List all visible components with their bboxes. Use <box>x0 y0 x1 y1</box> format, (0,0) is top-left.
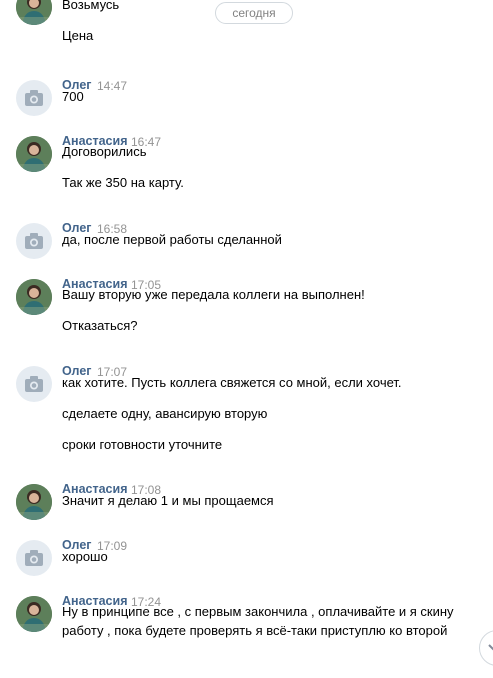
message-text: Отказаться? <box>62 318 138 333</box>
avatar[interactable] <box>16 136 52 172</box>
avatar[interactable] <box>16 596 52 632</box>
avatar[interactable] <box>16 484 52 520</box>
message-text: сроки готовности уточните <box>62 437 223 452</box>
avatar[interactable] <box>16 223 52 259</box>
message-text: Вашу вторую уже передала коллеги на выпо… <box>62 287 365 302</box>
message-text: Договорились <box>62 144 147 159</box>
message-text: Цена <box>62 28 94 43</box>
message-text: 700 <box>62 89 84 104</box>
avatar-photo-image <box>16 596 52 632</box>
avatar[interactable] <box>16 540 52 576</box>
avatar-photo-image <box>16 0 52 25</box>
camera-icon <box>25 233 43 249</box>
avatar-photo-image <box>16 136 52 172</box>
chevron-down-icon <box>488 644 493 651</box>
date-divider[interactable]: сегодня <box>215 2 293 24</box>
message-text: Так же 350 на карту. <box>62 175 184 190</box>
message-text: хорошо <box>62 549 108 564</box>
avatar-photo-image <box>16 279 52 315</box>
camera-icon <box>25 550 43 566</box>
avatar[interactable] <box>16 366 52 402</box>
camera-icon <box>25 90 43 106</box>
avatar[interactable] <box>16 80 52 116</box>
message-text: Ну в принципе все , с первым закончила ,… <box>62 604 454 638</box>
message-history: Анастасия14:47ВозьмусьЦенаОлег14:47700Ан… <box>0 0 493 678</box>
avatar[interactable] <box>16 279 52 315</box>
message-text: Значит я делаю 1 и мы прощаемся <box>62 493 274 508</box>
camera-icon <box>25 376 43 392</box>
avatar[interactable] <box>16 0 52 25</box>
avatar-photo-image <box>16 484 52 520</box>
message-text: да, после первой работы сделанной <box>62 232 282 247</box>
message-text: сделаете одну, авансирую вторую <box>62 406 268 421</box>
message-text: как хотите. Пусть коллега свяжется со мн… <box>62 375 402 390</box>
